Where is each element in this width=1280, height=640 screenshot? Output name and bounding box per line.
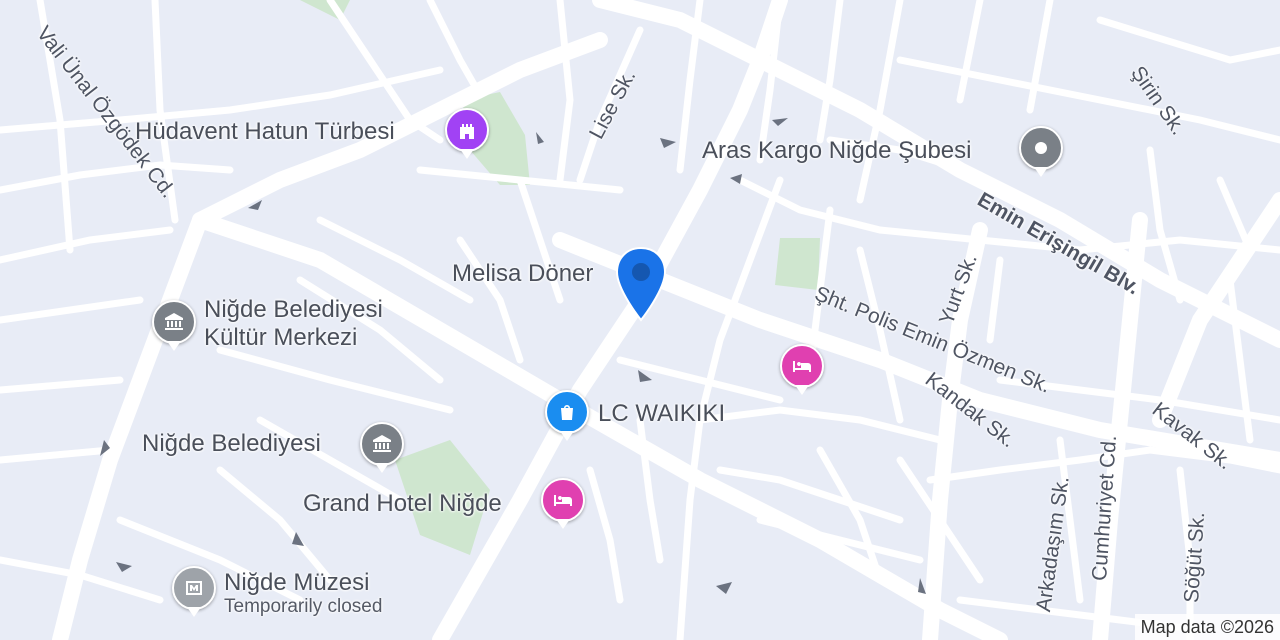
poi-label-kultur-merkezi-2[interactable]: Kültür Merkezi: [204, 325, 357, 351]
museum-icon[interactable]: [172, 566, 216, 617]
museum-icon[interactable]: [152, 300, 196, 351]
poi-label-belediye[interactable]: Niğde Belediyesi: [142, 431, 321, 457]
location-pin-icon[interactable]: [614, 246, 668, 322]
poi-label-kultur-merkezi-1[interactable]: Niğde Belediyesi: [204, 297, 383, 323]
poi-label-grand-hotel[interactable]: Grand Hotel Niğde: [303, 491, 502, 517]
bed-icon[interactable]: [541, 478, 585, 529]
poi-label-melisa-doner[interactable]: Melisa Döner: [452, 261, 593, 287]
shopping-bag-icon[interactable]: [545, 390, 589, 441]
location-dot-icon[interactable]: [1019, 126, 1063, 177]
poi-label-aras-kargo[interactable]: Aras Kargo Niğde Şubesi: [702, 138, 971, 164]
poi-label-muzesi[interactable]: Niğde Müzesi: [224, 570, 369, 596]
bed-icon[interactable]: [780, 344, 824, 395]
poi-label-lc-waikiki[interactable]: LC WAIKIKI: [598, 401, 725, 427]
museum-icon[interactable]: [360, 422, 404, 473]
map-attribution[interactable]: Map data ©2026: [1134, 614, 1280, 640]
poi-status-temporarily-closed: Temporarily closed: [224, 596, 383, 617]
poi-label-hudavent[interactable]: Hüdavent Hatun Türbesi: [135, 119, 395, 145]
castle-icon[interactable]: [445, 108, 489, 159]
